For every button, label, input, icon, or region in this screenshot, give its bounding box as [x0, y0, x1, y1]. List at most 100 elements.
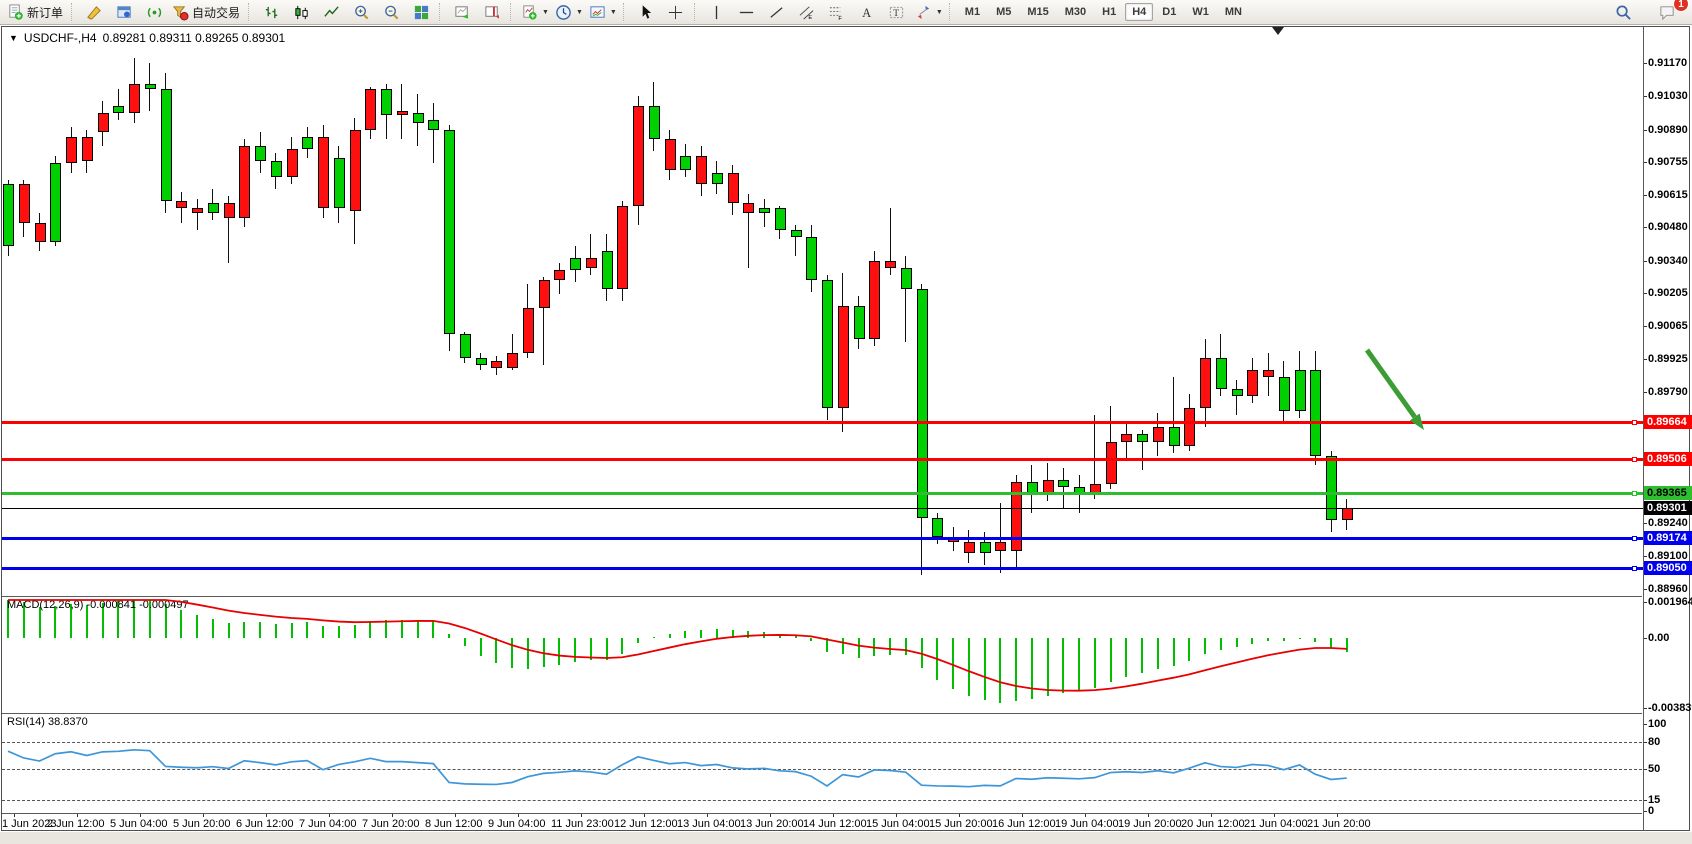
time-tick: [1211, 814, 1212, 817]
candle: [633, 106, 644, 206]
candle: [397, 111, 408, 116]
dropdown-caret-icon[interactable]: ▼: [610, 9, 617, 16]
price-hline-object[interactable]: [2, 421, 1643, 424]
hline-anchor[interactable]: [1632, 420, 1637, 425]
indicators-button[interactable]: ▼: [518, 0, 552, 24]
hline-anchor[interactable]: [1632, 566, 1637, 571]
price-hline-object[interactable]: [2, 567, 1643, 570]
timeframe-button-m5[interactable]: M5: [989, 3, 1018, 21]
macd-histogram-bar: [417, 620, 419, 638]
time-axis-label: 21 Jun 20:00: [1307, 818, 1371, 830]
timeframe-button-mn[interactable]: MN: [1218, 3, 1249, 21]
time-tick: [581, 814, 582, 817]
toolbar-separator: [248, 3, 253, 21]
macd-axis-label: 0.00: [1648, 632, 1669, 644]
search-button[interactable]: [1608, 0, 1638, 24]
indicators-icon: [521, 4, 538, 21]
text-button[interactable]: A: [852, 0, 882, 24]
candle: [3, 184, 14, 246]
fibonacci-button[interactable]: F: [822, 0, 852, 24]
new-order-button[interactable]: 新订单: [4, 0, 68, 24]
bar-chart-button[interactable]: [256, 0, 286, 24]
timeframe-button-m1[interactable]: M1: [958, 3, 987, 21]
cursor-button[interactable]: [631, 0, 661, 24]
macd-histogram-bar: [889, 638, 891, 655]
chevron-down-icon[interactable]: ▼: [9, 33, 18, 43]
dropdown-caret-icon[interactable]: ▼: [576, 9, 583, 16]
timeframe-button-d1[interactable]: D1: [1155, 3, 1183, 21]
timeframe-button-m15[interactable]: M15: [1020, 3, 1055, 21]
candle: [1106, 442, 1117, 485]
macd-histogram-bar: [180, 610, 182, 638]
price-axis-label: 0.90755: [1648, 156, 1688, 168]
timeframe-button-h1[interactable]: H1: [1095, 3, 1123, 21]
timeframe-button-m30[interactable]: M30: [1058, 3, 1093, 21]
macd-histogram-bar: [936, 638, 938, 680]
shapes-button[interactable]: ▼: [912, 0, 946, 24]
alerts-button[interactable]: [139, 0, 169, 24]
strategy-tester-button[interactable]: [109, 0, 139, 24]
candle: [1137, 434, 1148, 441]
crosshair-button[interactable]: [661, 0, 691, 24]
timeframe-button-w1[interactable]: W1: [1185, 3, 1216, 21]
price-hline-object[interactable]: [2, 537, 1643, 540]
time-axis-label: 20 Jun 12:00: [1181, 818, 1245, 830]
time-axis-label: 11 Jun 23:00: [551, 818, 614, 830]
notification-badge: 1: [1673, 0, 1689, 12]
zoom-out-button[interactable]: [376, 0, 406, 24]
templates-button[interactable]: ▼: [586, 0, 620, 24]
time-axis-label: 2 Jun 12:00: [47, 818, 105, 830]
trendline-button[interactable]: [762, 0, 792, 24]
metaeditor-button[interactable]: [79, 0, 109, 24]
hline-anchor[interactable]: [1632, 536, 1637, 541]
candle: [822, 280, 833, 409]
time-tick: [1148, 814, 1149, 817]
macd-histogram-bar: [527, 638, 529, 669]
timeframe-button-h4[interactable]: H4: [1125, 3, 1153, 21]
shift-icon: [484, 4, 501, 21]
channel-button[interactable]: E: [792, 0, 822, 24]
dropdown-caret-icon[interactable]: ▼: [936, 9, 943, 16]
macd-histogram-bar: [275, 624, 277, 638]
time-tick: [896, 814, 897, 817]
candle: [617, 206, 628, 289]
candles-icon: [293, 4, 310, 21]
rsi-timeaxis-separator: [2, 813, 1642, 814]
candle: [476, 358, 487, 365]
periods-button[interactable]: ▼: [552, 0, 586, 24]
macd-histogram-bar: [1188, 638, 1190, 661]
price-hline-object[interactable]: [2, 492, 1643, 495]
time-tick: [329, 814, 330, 817]
line-chart-button[interactable]: [316, 0, 346, 24]
candle: [19, 184, 30, 222]
rsi-level-line: [2, 742, 1642, 743]
macd-histogram-bar: [495, 638, 497, 663]
chart-shift-marker-icon[interactable]: [1272, 27, 1284, 35]
candle-chart-button[interactable]: [286, 0, 316, 24]
candle: [838, 306, 849, 408]
candle: [728, 173, 739, 204]
vertical-line-button[interactable]: [702, 0, 732, 24]
candle: [586, 258, 597, 268]
time-axis-label: 15 Jun 04:00: [866, 818, 930, 830]
notifications-button[interactable]: 1: [1652, 0, 1682, 24]
tile-windows-button[interactable]: [406, 0, 436, 24]
horizontal-line-button[interactable]: [732, 0, 762, 24]
auto-scroll-button[interactable]: [447, 0, 477, 24]
macd-histogram-bar: [1031, 638, 1033, 699]
macd-histogram-bar: [1283, 638, 1285, 641]
dropdown-caret-icon[interactable]: ▼: [542, 9, 549, 16]
macd-histogram-bar: [826, 638, 828, 652]
hline-anchor[interactable]: [1632, 491, 1637, 496]
hline-anchor[interactable]: [1632, 457, 1637, 462]
zoom-in-button[interactable]: [346, 0, 376, 24]
ohlc-readout: 0.89281 0.89311 0.89265 0.89301: [103, 31, 286, 45]
price-hline-object[interactable]: [2, 458, 1643, 461]
label-button[interactable]: T: [882, 0, 912, 24]
macd-histogram-bar: [905, 638, 907, 655]
autotrading-button[interactable]: 自动交易: [169, 0, 245, 24]
price-axis-label: 0.90480: [1648, 221, 1688, 233]
chart-shift-button[interactable]: [477, 0, 507, 24]
toolbar-separator: [71, 3, 76, 21]
macd-histogram-bar: [637, 638, 639, 643]
